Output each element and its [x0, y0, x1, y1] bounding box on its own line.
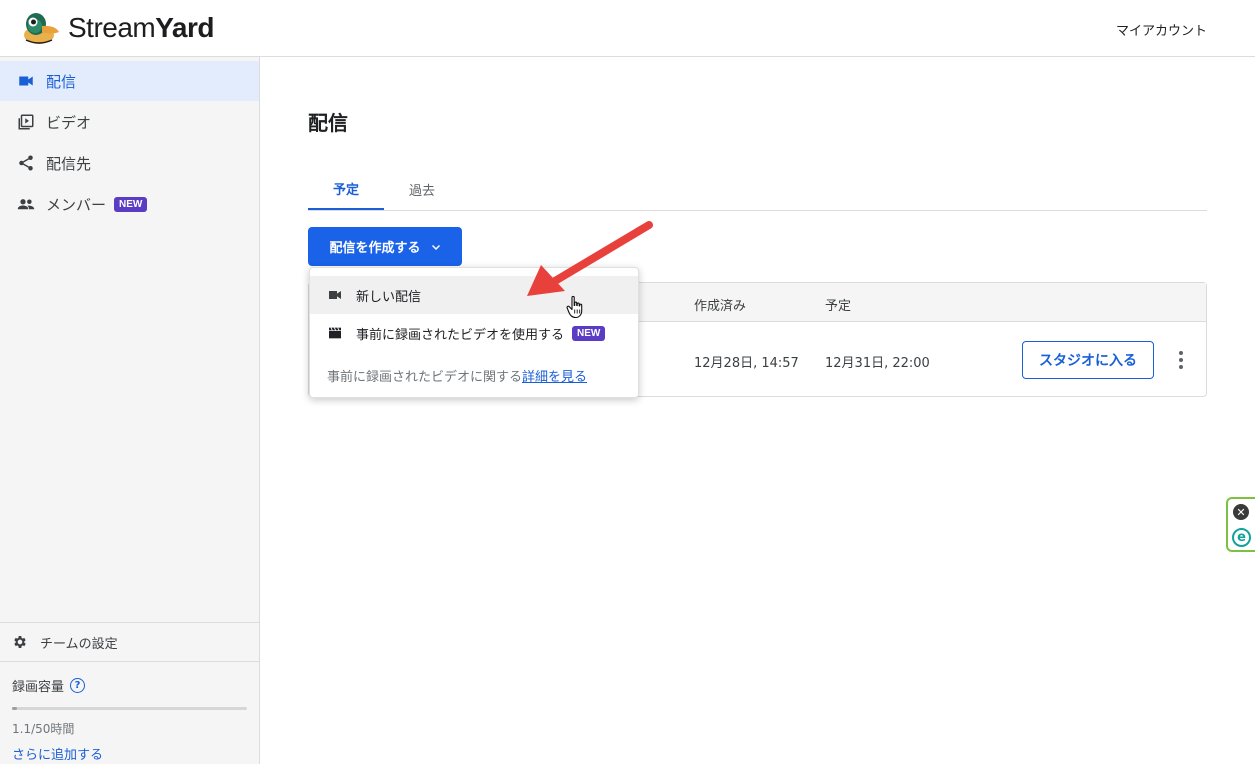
sidebar-footer: チームの設定 録画容量 ? 1.1/50時間 さらに追加する: [0, 622, 259, 763]
storage-used-text: 1.1/50時間: [12, 722, 75, 736]
learn-more-link[interactable]: 詳細を見る: [522, 370, 587, 385]
red-arrow-annotation: [527, 221, 653, 296]
clapperboard-icon: [329, 327, 341, 339]
sidebar-item-broadcasts[interactable]: 配信: [0, 61, 259, 101]
chevron-down-icon: [431, 244, 440, 250]
extension-side-widget: ✕ e: [1226, 497, 1255, 552]
streamyard-logo[interactable]: StreamYard: [22, 10, 214, 46]
my-account-link[interactable]: マイアカウント: [1116, 20, 1207, 39]
team-settings-label: チームの設定: [40, 636, 118, 652]
hand-cursor-icon: [566, 295, 583, 319]
sidebar-item-label: メンバー: [46, 195, 107, 214]
video-library-icon: [16, 112, 36, 132]
more-options-icon[interactable]: [1173, 349, 1189, 371]
column-scheduled: 予定: [825, 299, 852, 314]
scheduled-date: 12月31日, 22:00: [825, 356, 930, 371]
gear-icon: [14, 636, 26, 648]
new-badge: NEW: [572, 325, 606, 341]
app-header: StreamYard マイアカウント: [0, 0, 1255, 57]
video-camera-icon: [329, 291, 341, 299]
sidebar-item-members[interactable]: メンバー NEW: [0, 184, 259, 224]
help-icon[interactable]: ?: [70, 678, 86, 693]
share-icon: [16, 153, 36, 173]
sidebar: 配信 ビデオ 配信先 メンバー NEW チームの設定 録画容量 ? 1.1/50…: [0, 57, 260, 764]
menu-item-prerecorded-video[interactable]: 事前に録画されたビデオを使用する NEW: [310, 314, 638, 352]
sidebar-item-destinations[interactable]: 配信先: [0, 143, 259, 183]
created-date: 12月28日, 14:57: [694, 356, 799, 371]
new-badge: NEW: [114, 196, 148, 212]
column-created: 作成済み: [694, 299, 747, 314]
storage-title: 録画容量 ?: [12, 676, 247, 695]
video-camera-icon: [16, 71, 36, 91]
sidebar-item-label: ビデオ: [46, 113, 92, 132]
page-title: 配信: [308, 111, 348, 135]
team-settings-link[interactable]: チームの設定: [0, 623, 259, 662]
sidebar-item-label: 配信先: [46, 154, 92, 173]
recording-storage: 録画容量 ? 1.1/50時間 さらに追加する: [0, 662, 259, 763]
logo-wordmark: StreamYard: [68, 12, 214, 43]
tab-past[interactable]: 過去: [384, 168, 460, 210]
prerecorded-info-note: 事前に録画されたビデオに関する詳細を見る: [327, 370, 588, 385]
enter-studio-button[interactable]: スタジオに入る: [1022, 341, 1154, 379]
storage-progress-fill: [12, 707, 18, 710]
tab-bar: 予定 過去: [308, 168, 1207, 211]
duck-logo-icon: [24, 13, 59, 44]
people-icon: [16, 194, 36, 214]
extension-e-icon[interactable]: e: [1232, 528, 1251, 547]
tab-upcoming[interactable]: 予定: [308, 168, 384, 210]
sidebar-item-videos[interactable]: ビデオ: [0, 102, 259, 142]
close-icon[interactable]: ✕: [1233, 504, 1249, 520]
storage-progress-bar: [12, 707, 247, 710]
sidebar-item-label: 配信: [46, 72, 77, 91]
create-broadcast-button[interactable]: 配信を作成する: [308, 227, 462, 266]
add-more-storage-link[interactable]: さらに追加する: [12, 744, 247, 763]
